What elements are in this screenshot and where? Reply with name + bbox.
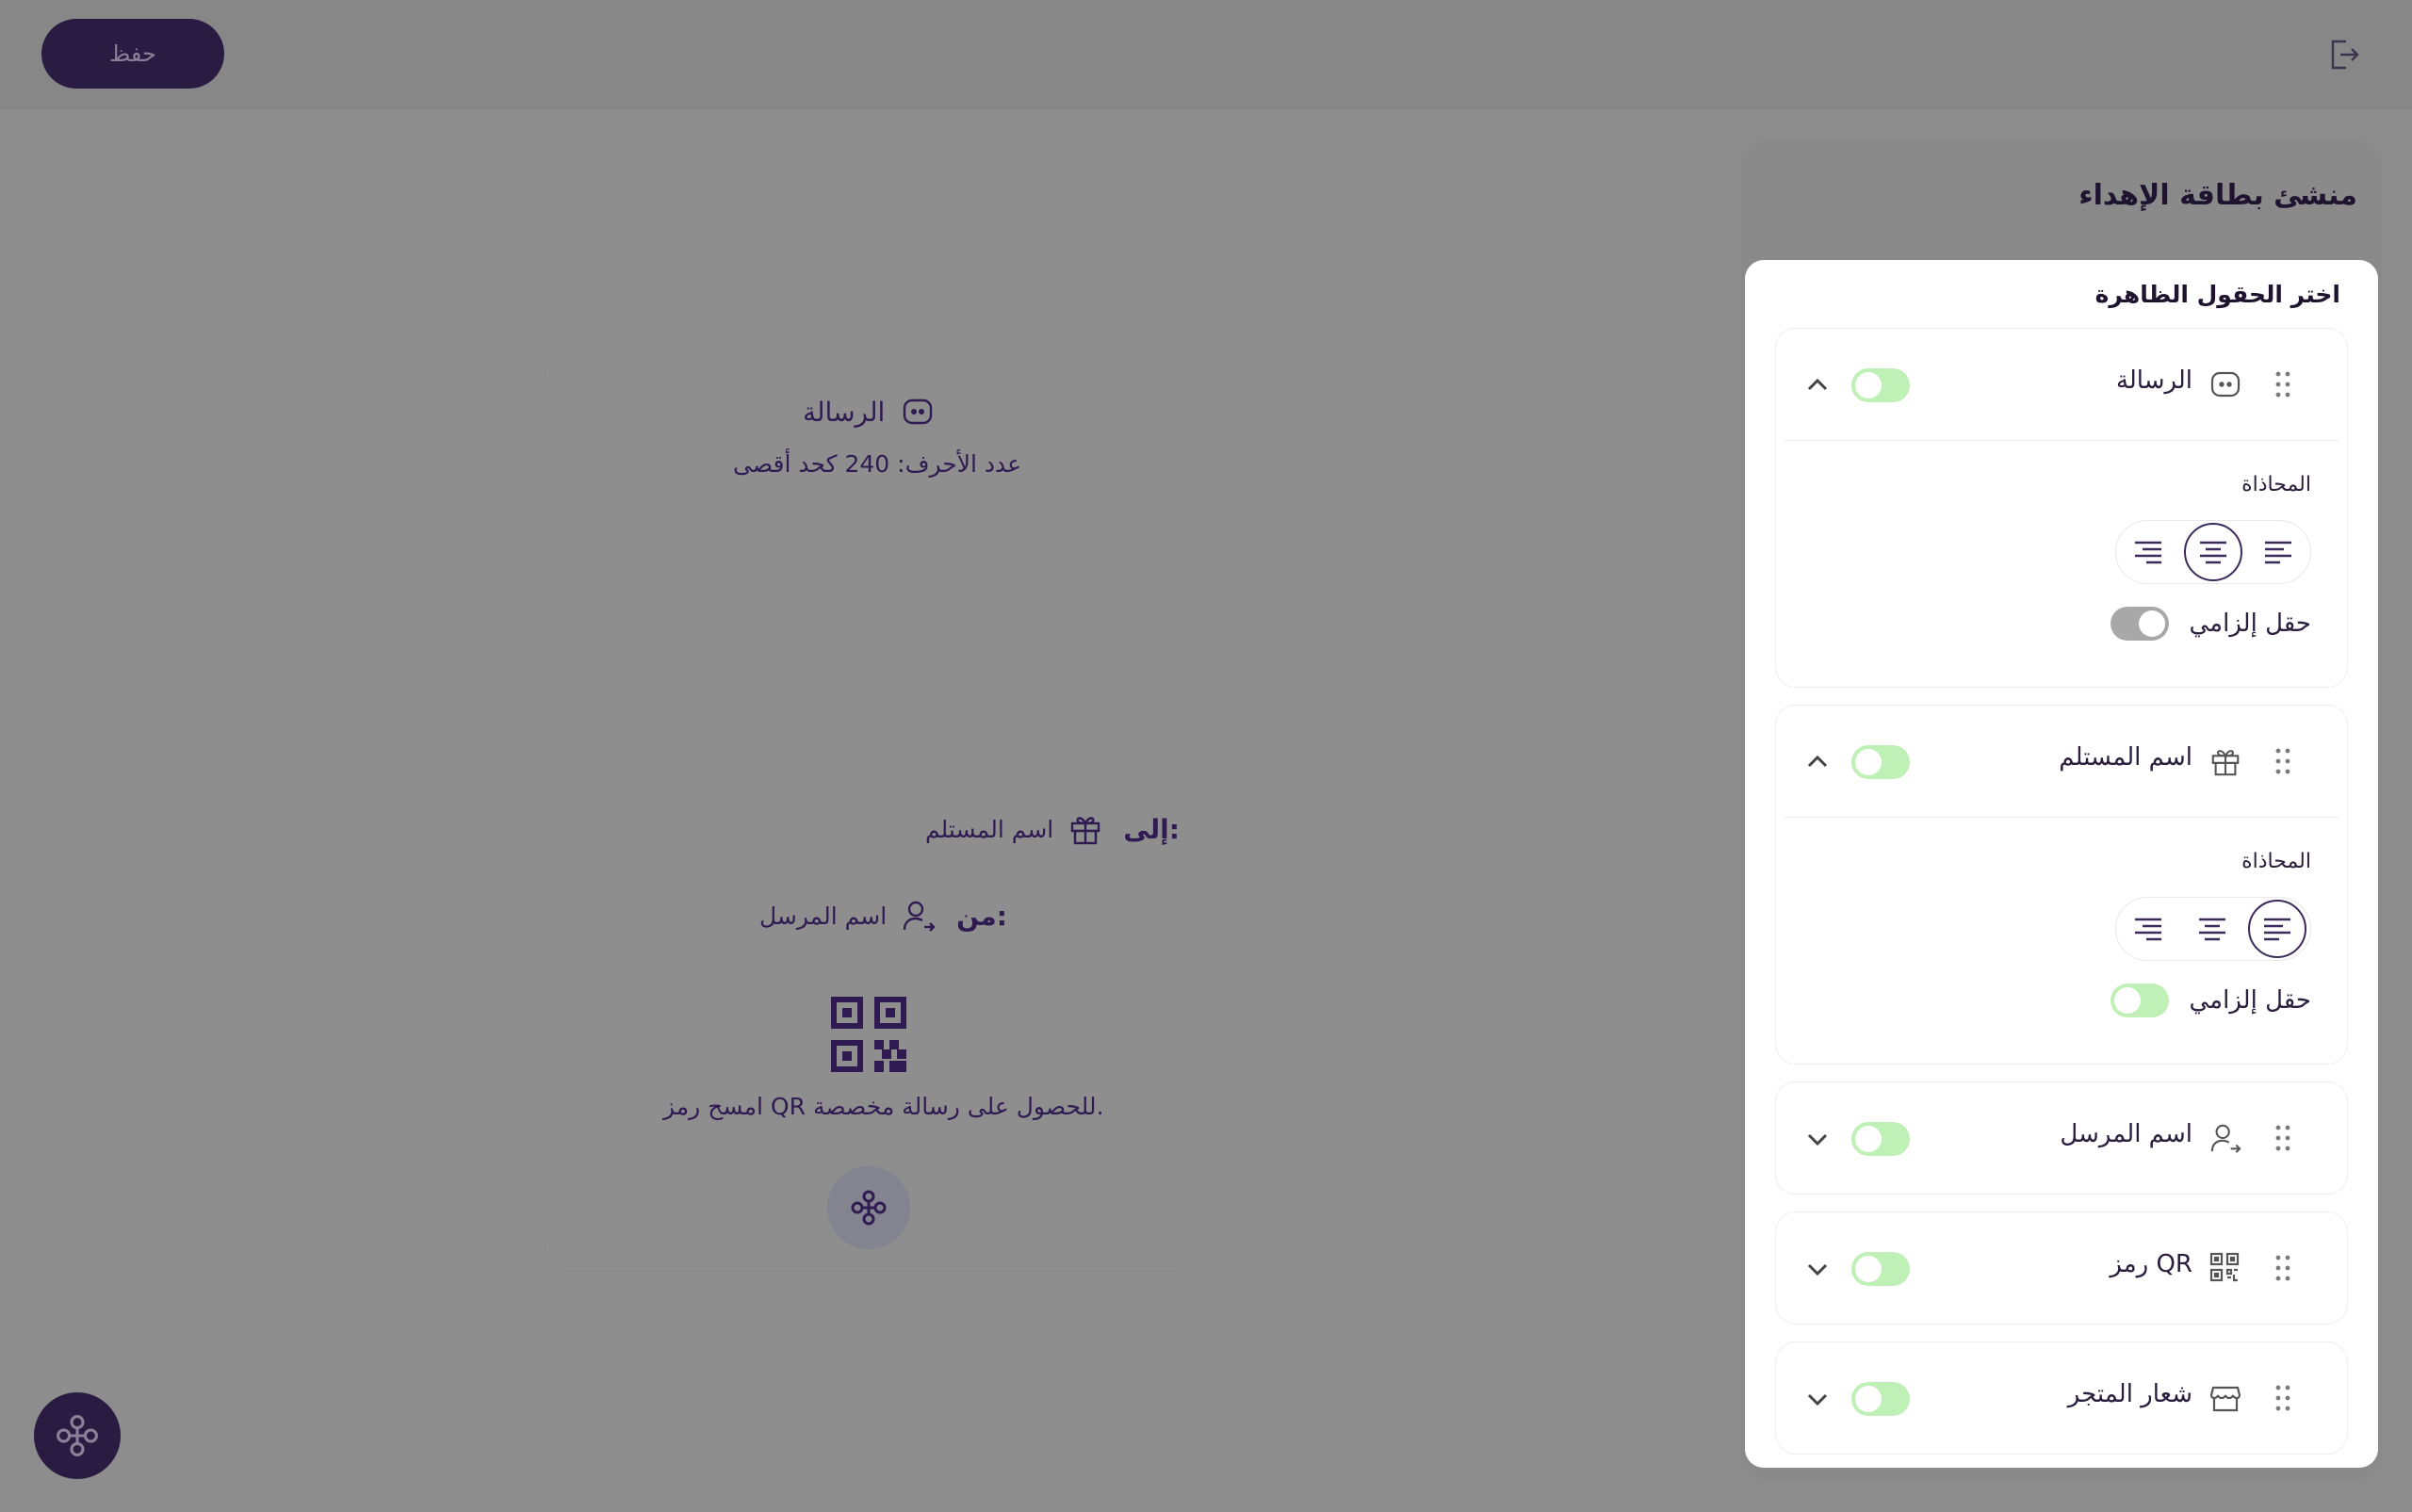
- gift-icon: [1068, 812, 1102, 846]
- chevron-up-icon[interactable]: [1804, 372, 1831, 398]
- visibility-toggle[interactable]: [1851, 1122, 1910, 1156]
- required-toggle[interactable]: [2110, 607, 2169, 641]
- required-row: حقل إلزامي: [2110, 607, 2312, 641]
- drag-handle-icon[interactable]: [2273, 370, 2292, 398]
- fields-heading: اختر الحقول الظاهرة: [2094, 281, 2340, 308]
- field-label: شعار المتجر: [2067, 1380, 2192, 1408]
- preview-logo-button[interactable]: [827, 1166, 910, 1249]
- chevron-down-icon[interactable]: [1804, 1126, 1831, 1152]
- qr-code-icon: [831, 997, 906, 1072]
- field-sender: اسم المرسل: [1775, 1081, 2348, 1195]
- user-share-icon: [2209, 1122, 2241, 1154]
- field-header[interactable]: اسم المرسل: [1776, 1082, 2347, 1194]
- flower-icon: [55, 1413, 100, 1458]
- field-label: الرسالة: [2115, 366, 2192, 395]
- assistant-fab[interactable]: [34, 1392, 121, 1479]
- preview-message-title: الرسالة: [803, 396, 934, 428]
- flower-icon: [850, 1189, 888, 1227]
- field-header[interactable]: شعار المتجر: [1776, 1342, 2347, 1454]
- visibility-toggle[interactable]: [1851, 368, 1910, 402]
- save-button[interactable]: حفظ: [41, 19, 224, 89]
- visibility-toggle[interactable]: [1851, 745, 1910, 779]
- field-label: رمز QR: [2110, 1250, 2192, 1278]
- panel-title: منشئ بطاقة الإهداء: [2078, 179, 2357, 212]
- preview-sender-row: اسم المرسل من:: [759, 899, 1007, 933]
- chevron-down-icon[interactable]: [1804, 1386, 1831, 1412]
- recipient-name: اسم المستلم: [925, 815, 1054, 843]
- field-header[interactable]: الرسالة: [1776, 329, 2347, 440]
- qr-caption: امسح رمز QR للحصول على رسالة مخصصة.: [663, 1093, 1104, 1120]
- drag-handle-icon[interactable]: [2273, 1124, 2292, 1152]
- fields-sheet: اختر الحقول الظاهرة الرسالة المحاذاة حقل…: [1745, 260, 2378, 1468]
- visibility-toggle[interactable]: [1851, 1252, 1910, 1286]
- required-toggle[interactable]: [2110, 984, 2169, 1017]
- alignment-selector: [2115, 897, 2311, 961]
- sender-name: اسم المرسل: [759, 902, 888, 930]
- message-icon: [2209, 368, 2241, 400]
- field-store-logo: شعار المتجر: [1775, 1341, 2348, 1455]
- top-bar: [0, 0, 2412, 109]
- align-right-button[interactable]: [2120, 901, 2176, 957]
- alignment-label: المحاذاة: [2241, 473, 2311, 496]
- required-label: حقل إلزامي: [2189, 986, 2312, 1015]
- message-limit-text: عدد الأحرف: 240 كحد أقصى: [733, 450, 1022, 478]
- align-left-button[interactable]: [2248, 900, 2306, 958]
- to-label: إلى:: [1123, 813, 1180, 845]
- align-center-button[interactable]: [2184, 523, 2242, 581]
- align-right-button[interactable]: [2120, 524, 2176, 580]
- qr-icon: [2209, 1252, 2241, 1284]
- field-label: اسم المرسل: [2060, 1120, 2192, 1148]
- field-recipient: اسم المستلم المحاذاة حقل إلزامي: [1775, 705, 2348, 1065]
- alignment-label: المحاذاة: [2241, 850, 2311, 873]
- preview-recipient-row: اسم المستلم إلى:: [925, 812, 1180, 846]
- align-center-button[interactable]: [2184, 901, 2241, 957]
- field-header[interactable]: رمز QR: [1776, 1212, 2347, 1324]
- from-label: من:: [956, 900, 1007, 932]
- alignment-selector: [2115, 520, 2311, 584]
- store-icon: [2209, 1382, 2241, 1414]
- logout-icon[interactable]: [2327, 38, 2361, 72]
- field-label: اسم المستلم: [2059, 743, 2192, 772]
- chevron-down-icon[interactable]: [1804, 1256, 1831, 1282]
- chevron-up-icon[interactable]: [1804, 749, 1831, 775]
- gift-icon: [2209, 745, 2241, 777]
- gift-card-preview: [546, 356, 1191, 1266]
- field-message: الرسالة المحاذاة حقل إلزامي: [1775, 328, 2348, 688]
- align-left-button[interactable]: [2250, 524, 2306, 580]
- message-icon: [902, 396, 934, 428]
- user-share-icon: [902, 899, 936, 933]
- required-row: حقل إلزامي: [2110, 984, 2312, 1017]
- field-qr: رمز QR: [1775, 1211, 2348, 1325]
- visibility-toggle[interactable]: [1851, 1382, 1910, 1416]
- drag-handle-icon[interactable]: [2273, 1384, 2292, 1412]
- drag-handle-icon[interactable]: [2273, 747, 2292, 775]
- field-header[interactable]: اسم المستلم: [1776, 706, 2347, 817]
- drag-handle-icon[interactable]: [2273, 1254, 2292, 1282]
- required-label: حقل إلزامي: [2189, 610, 2312, 638]
